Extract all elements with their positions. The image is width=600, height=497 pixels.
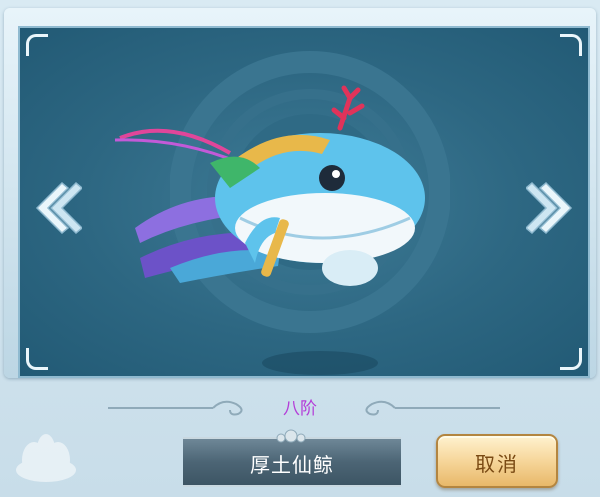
pet-name-plate: 厚土仙鲸 <box>183 429 401 487</box>
left-cloud-ornament <box>108 400 243 416</box>
pet-name: 厚土仙鲸 <box>250 453 334 477</box>
pet-rank-label: 八阶 <box>283 399 317 419</box>
rank-row: 八阶 <box>0 388 600 422</box>
frame-corner-ornament <box>560 34 582 56</box>
frame-corner-ornament <box>26 348 48 370</box>
pet-preview-viewport[interactable] <box>18 26 590 378</box>
cancel-button[interactable]: 取消 <box>436 434 558 488</box>
lotus-decoration-icon <box>16 434 76 482</box>
right-cloud-ornament <box>365 400 500 416</box>
prev-pet-arrow-icon[interactable] <box>32 178 82 238</box>
whale-pet-model <box>114 85 425 286</box>
name-plate-ornament-icon <box>276 429 306 443</box>
preview-frame <box>4 8 596 378</box>
frame-corner-ornament <box>26 34 48 56</box>
pet-display-dialog: 八阶 厚土仙鲸 取消 <box>0 0 600 497</box>
creature-shadow <box>262 351 378 375</box>
next-pet-arrow-icon[interactable] <box>526 178 576 238</box>
cancel-button-label: 取消 <box>475 452 519 476</box>
frame-corner-ornament <box>560 348 582 370</box>
